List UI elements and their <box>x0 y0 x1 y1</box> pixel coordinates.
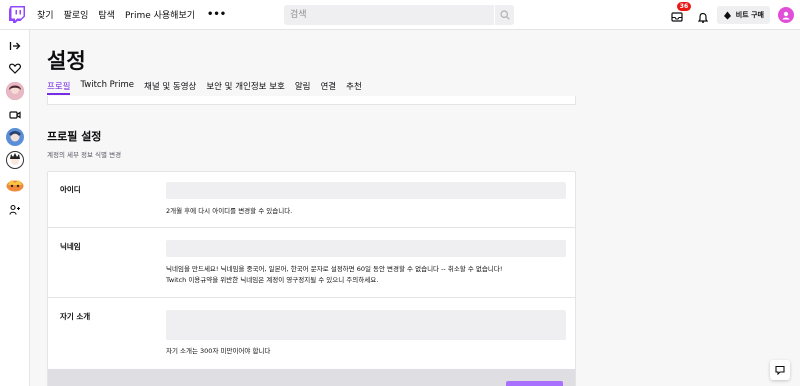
buy-bits-button[interactable]: 비트 구매 <box>716 6 770 24</box>
profile-settings-card: 아이디 2개월 후에 다시 아이디를 변경할 수 있습니다. 닉네임 닉네임을 … <box>47 171 576 386</box>
followed-channels-button[interactable] <box>6 59 24 77</box>
top-navigation: 찾기 팔로잉 탐색 Prime 사용해보기 ••• 36 비트 구매 <box>0 0 800 30</box>
bio-label: 자기 소개 <box>60 312 91 321</box>
followed-channel-avatar[interactable] <box>6 128 24 146</box>
page-title: 설정 <box>47 49 86 73</box>
inbox-count-badge: 36 <box>676 2 692 11</box>
save-changes-button[interactable] <box>506 381 563 386</box>
bio-textarea[interactable] <box>166 310 566 340</box>
friends-icon <box>9 204 20 215</box>
inbox-icon <box>671 12 683 22</box>
twitch-logo-icon[interactable] <box>8 6 26 24</box>
nav-link-browse[interactable]: 탐색 <box>98 8 115 21</box>
bio-help: 자기 소개는 300자 미만이어야 합니다 <box>166 347 271 355</box>
sidebar <box>0 30 30 386</box>
followed-channel-avatar[interactable] <box>6 175 24 193</box>
avatar-glyph-icon <box>782 11 790 20</box>
username-row: 아이디 2개월 후에 다시 아이디를 변경할 수 있습니다. <box>48 172 575 228</box>
channel-avatar-icon <box>6 128 24 146</box>
settings-main: 설정 프로필 Twitch Prime 채널 및 동영상 보안 및 개인정보 보… <box>31 31 800 386</box>
nav-link-following[interactable]: 팔로잉 <box>64 8 89 21</box>
bits-gem-icon <box>723 11 731 19</box>
collapse-arrow-icon <box>9 42 21 50</box>
followed-channel-avatar[interactable] <box>6 82 24 100</box>
recommended-videos-button[interactable] <box>6 106 24 124</box>
username-input[interactable] <box>166 182 566 199</box>
search-input[interactable] <box>284 5 494 25</box>
video-camera-icon <box>9 111 21 119</box>
find-friends-button[interactable] <box>6 201 24 219</box>
username-label: 아이디 <box>60 185 81 194</box>
heart-icon <box>9 63 21 74</box>
profile-settings-title: 프로필 설정 <box>47 130 102 143</box>
followed-channel-avatar[interactable] <box>6 151 24 169</box>
user-avatar[interactable] <box>778 7 794 23</box>
nav-link-prime[interactable]: Prime 사용해보기 <box>125 8 195 21</box>
previous-section-card <box>47 96 576 105</box>
card-footer <box>48 369 575 386</box>
whisper-button[interactable] <box>770 360 790 380</box>
search-button[interactable] <box>494 5 514 25</box>
nav-link-find[interactable]: 찾기 <box>37 8 54 21</box>
inbox-button[interactable]: 36 <box>671 2 692 22</box>
bio-row: 자기 소개 자기 소개는 300자 미만이어야 합니다 <box>48 298 575 369</box>
notifications-button[interactable] <box>697 9 709 23</box>
channel-avatar-icon <box>6 180 24 192</box>
display-name-row: 닉네임 닉네임을 만드세요! 닉네임을 중국어, 일본어, 한국어 문자로 설정… <box>48 228 575 298</box>
search-bar <box>284 5 514 25</box>
channel-avatar-icon <box>6 82 24 100</box>
display-name-help-line-1: 닉네임을 만드세요! 닉네임을 중국어, 일본어, 한국어 문자로 설정하면 6… <box>166 265 503 273</box>
display-name-input[interactable] <box>166 240 566 257</box>
display-name-label: 닉네임 <box>60 242 81 251</box>
bell-icon <box>697 12 708 23</box>
more-menu-button[interactable]: ••• <box>207 9 226 20</box>
profile-settings-subtitle: 계정의 세부 정보 식별 변경 <box>47 151 122 159</box>
whisper-chat-icon <box>775 365 785 375</box>
display-name-help-line-2: Twitch 이용규약을 위반한 닉네임은 계정이 영구정지될 수 있으니 주의… <box>166 276 379 284</box>
channel-avatar-icon <box>6 151 24 169</box>
buy-bits-label: 비트 구매 <box>735 11 764 19</box>
search-icon <box>499 10 510 20</box>
collapse-sidebar-button[interactable] <box>6 37 24 55</box>
username-help: 2개월 후에 다시 아이디를 변경할 수 있습니다. <box>166 207 293 215</box>
